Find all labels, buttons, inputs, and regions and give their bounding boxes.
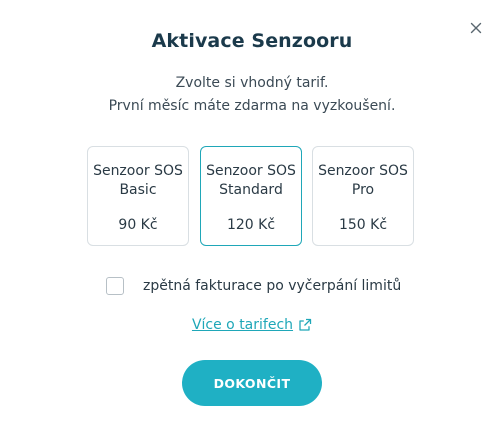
plan-card-pro[interactable]: Senzoor SOS Pro 150 Kč	[312, 146, 414, 246]
billing-checkbox-row[interactable]: zpětná fakturace po vyčerpání limitů	[106, 275, 401, 297]
plan-name-line-2: Standard	[219, 182, 283, 198]
plan-name-line-1: Senzoor SOS	[318, 163, 408, 179]
plan-name-line-1: Senzoor SOS	[93, 163, 183, 179]
subtitle-line-1: Zvolte si vhodný tarif.	[175, 75, 329, 91]
plan-name-line-2: Basic	[119, 182, 157, 198]
plan-card-basic[interactable]: Senzoor SOS Basic 90 Kč	[87, 146, 189, 246]
more-link-label: Více o tarifech	[191, 317, 294, 333]
plan-card-standard[interactable]: Senzoor SOS Standard 120 Kč	[200, 146, 302, 246]
plan-price: 90 Kč	[118, 217, 158, 233]
more-link-row: Více o tarifech	[0, 317, 504, 333]
plan-name: Senzoor SOS Basic	[88, 162, 188, 200]
billing-checkbox[interactable]	[106, 277, 124, 295]
plan-name-line-1: Senzoor SOS	[206, 163, 296, 179]
dialog-title: Aktivace Senzooru	[151, 30, 353, 52]
subtitle-line-2: První měsíc máte zdarma na vyzkoušení.	[108, 98, 396, 114]
activation-dialog: Aktivace Senzooru Zvolte si vhodný tarif…	[0, 0, 504, 431]
billing-checkbox-label: zpětná fakturace po vyčerpání limitů	[143, 278, 402, 294]
finish-button[interactable]: DOKONČIT	[182, 360, 322, 406]
external-link-icon	[299, 318, 312, 331]
plan-name: Senzoor SOS Pro	[313, 162, 413, 200]
plan-price: 150 Kč	[338, 217, 388, 233]
plan-name-line-2: Pro	[351, 182, 375, 198]
more-about-plans-link[interactable]: Více o tarifech	[192, 317, 312, 333]
plan-price: 120 Kč	[226, 217, 276, 233]
plan-options: Senzoor SOS Basic 90 Kč Senzoor SOS Stan…	[87, 146, 417, 248]
plan-name: Senzoor SOS Standard	[201, 162, 301, 200]
dialog-subtitle: Zvolte si vhodný tarif. První měsíc máte…	[0, 72, 504, 118]
